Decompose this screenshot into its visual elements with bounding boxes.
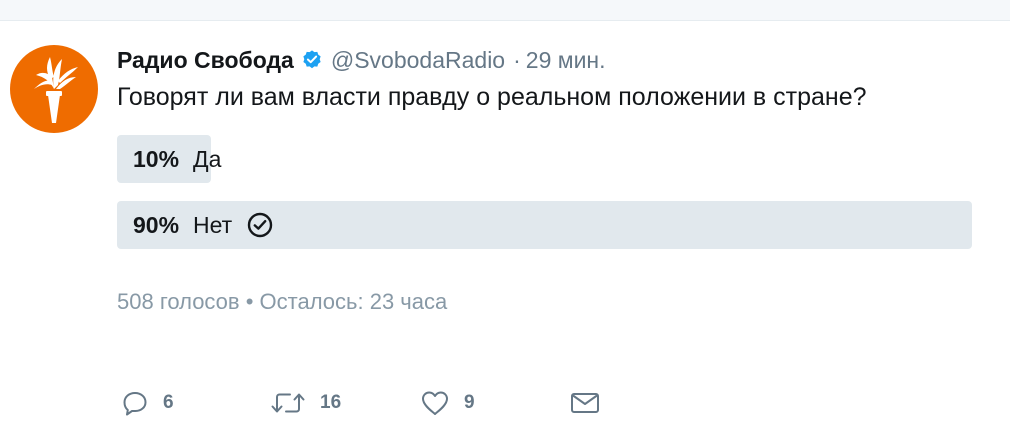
header-separator: · [513, 46, 521, 73]
retweet-button[interactable]: 16 [270, 385, 341, 421]
poll-meta: 508 голосов • Осталось: 23 часа [117, 289, 448, 314]
like-count: 9 [464, 392, 475, 413]
author-name[interactable]: Радио Свобода [117, 47, 294, 74]
tweet-timestamp[interactable]: 29 мин. [526, 47, 606, 74]
reply-icon [123, 392, 147, 416]
tweet-text: Говорят ли вам власти правду о реальном … [117, 83, 867, 111]
tweet[interactable]: Радио Свобода @SvobodaRadio · 29 мин. Го… [0, 21, 1010, 444]
verified-badge-icon [301, 49, 323, 71]
poll-option-no: 90% Нет [117, 201, 972, 249]
tweet-header: Радио Свобода @SvobodaRadio · 29 мин. [117, 45, 606, 75]
direct-message-button[interactable] [569, 385, 601, 421]
timeline-divider [0, 0, 1010, 21]
avatar[interactable] [10, 45, 98, 133]
retweet-count: 16 [320, 392, 342, 413]
reply-button[interactable]: 6 [121, 385, 174, 421]
reply-count: 6 [163, 392, 174, 413]
like-button[interactable]: 9 [420, 385, 475, 421]
poll-option-yes: 10% Да [117, 135, 972, 183]
poll-percent: 10% [133, 145, 180, 172]
author-handle[interactable]: @SvobodaRadio [331, 47, 505, 74]
heart-icon [422, 391, 448, 415]
poll-option-label: Нет [193, 211, 233, 238]
envelope-icon [571, 393, 599, 413]
poll-option-label: Да [193, 145, 222, 172]
poll-percent: 90% [133, 211, 180, 238]
svoboda-torch-logo [34, 57, 78, 123]
retweet-icon [271, 393, 305, 413]
check-circle-icon [246, 211, 274, 239]
